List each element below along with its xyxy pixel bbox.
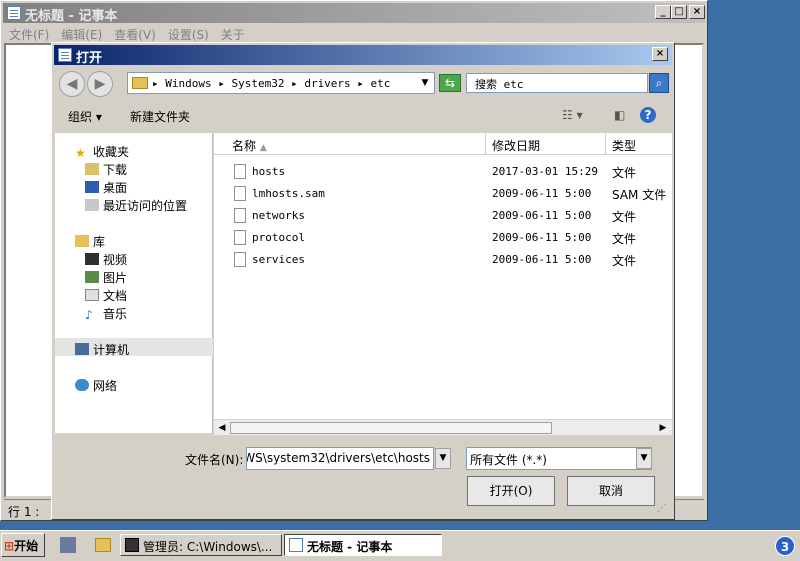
horizontal-scrollbar[interactable]: ◀ ▶ [214,419,672,435]
file-icon [234,252,246,267]
dialog-icon [58,48,72,62]
nav-music[interactable]: ♪ 音乐 [85,305,127,322]
taskbar: ⊞开始 管理员: C:\Windows\... 无标题 - 记事本 3 [0,530,800,561]
cmd-icon [125,538,139,552]
column-header-row: 名称 ▲ 修改日期 类型 [214,133,672,155]
column-type[interactable]: 类型 [606,133,672,155]
nav-downloads[interactable]: 下载 [85,161,127,178]
file-icon [234,164,246,179]
notepad-menu-bar: 文件(F) 编辑(E) 查看(V) 设置(S) 关于 [3,23,705,43]
preview-pane-icon[interactable]: ◧ [614,108,625,122]
nav-libraries[interactable]: 库 [75,233,105,250]
address-breadcrumb[interactable]: ▸ Windows ▸ System32 ▸ drivers ▸ etc [152,77,390,90]
music-icon: ♪ [85,308,93,322]
status-line: 行 1 : [8,505,40,519]
menu-view[interactable]: 查看(V) [108,23,162,43]
file-icon [234,230,246,245]
dialog-toolbar: 组织 ▾ 新建文件夹 ☷ ▾ ◧ ? [54,101,672,131]
search-icon[interactable]: ⌕ [649,73,669,93]
documents-icon [85,289,99,301]
desktop-icon [85,181,99,193]
view-options-icon[interactable]: ☷ ▾ [562,108,583,122]
minimize-button[interactable]: _ [655,5,671,19]
explorer-icon[interactable] [95,538,111,552]
help-icon[interactable]: ? [640,107,656,123]
computer-icon [75,343,89,355]
forward-arrow-icon[interactable]: ▶ [87,71,113,97]
network-icon [75,379,89,391]
server-manager-icon[interactable] [60,537,76,553]
scroll-right-icon[interactable]: ▶ [656,421,670,435]
close-button[interactable]: × [689,5,705,19]
open-button[interactable]: 打开(O) [467,476,555,506]
filetype-dropdown-icon[interactable]: ▼ [636,448,652,469]
dialog-title: 打开 [76,51,103,66]
taskbar-item-notepad[interactable]: 无标题 - 记事本 [284,534,442,556]
start-button[interactable]: ⊞开始 [1,533,45,557]
folder-icon [132,77,148,89]
library-icon [75,235,89,247]
nav-recent[interactable]: 最近访问的位置 [85,197,187,214]
taskbar-item-cmd[interactable]: 管理员: C:\Windows\... [120,534,282,556]
navigation-pane: ★ 收藏夹 下载 桌面 最近访问的位置 库 视频 图片 文档 ♪ 音乐 计算机 网络 [55,133,213,433]
filename-input[interactable]: )WS\system32\drivers\etc\hosts [246,447,434,470]
file-row[interactable]: hosts 2017-03-01 15:29 文件 [214,161,672,183]
dialog-title-bar[interactable]: 打开 × [54,45,672,66]
dialog-close-button[interactable]: × [652,47,668,61]
notepad-title-bar[interactable]: 无标题 - 记事本 _ □ × [3,3,705,24]
back-arrow-icon[interactable]: ◀ [59,71,85,97]
file-icon [234,186,246,201]
pictures-icon [85,271,99,283]
address-bar[interactable]: ▸ Windows ▸ System32 ▸ drivers ▸ etc [127,72,435,94]
menu-edit[interactable]: 编辑(E) [55,23,108,43]
video-icon [85,253,99,265]
nav-videos[interactable]: 视频 [85,251,127,268]
address-dropdown-icon[interactable]: ▼ [418,75,432,91]
cancel-button[interactable]: 取消 [567,476,655,506]
notepad-icon [289,538,303,552]
filename-label: 文件名(N): [185,453,244,467]
notepad-title: 无标题 - 记事本 [25,9,118,24]
file-icon [234,208,246,223]
maximize-button[interactable]: □ [671,5,687,19]
filename-dropdown-icon[interactable]: ▼ [435,448,451,469]
new-folder-button[interactable]: 新建文件夹 [130,108,190,125]
column-name[interactable]: 名称 ▲ [214,133,486,155]
menu-about[interactable]: 关于 [215,23,251,43]
windows-logo-icon: ⊞ [4,539,15,553]
resize-grip-icon[interactable]: ⋰ [657,503,671,517]
sort-arrow-icon: ▲ [259,143,267,153]
file-row[interactable]: lmhosts.sam 2009-06-11 5:00 SAM 文件 [214,183,672,205]
downloads-icon [85,163,99,175]
scrollbar-thumb[interactable] [230,422,552,434]
scroll-left-icon[interactable]: ◀ [215,421,229,435]
column-date[interactable]: 修改日期 [486,133,606,155]
nav-documents[interactable]: 文档 [85,287,127,304]
recent-places-icon [85,199,99,211]
nav-network[interactable]: 网络 [75,377,117,394]
nav-desktop[interactable]: 桌面 [85,179,127,196]
search-input[interactable]: 搜索 etc [466,73,648,93]
tray-badge[interactable]: 3 [775,536,795,556]
star-icon: ★ [75,146,86,160]
file-row[interactable]: networks 2009-06-11 5:00 文件 [214,205,672,227]
menu-file[interactable]: 文件(F) [3,23,55,43]
file-row[interactable]: services 2009-06-11 5:00 文件 [214,249,672,271]
filename-value: )WS\system32\drivers\etc\hosts [246,451,430,465]
menu-settings[interactable]: 设置(S) [162,23,215,43]
nav-pictures[interactable]: 图片 [85,269,127,286]
nav-favorites[interactable]: ★ 收藏夹 [75,143,129,160]
notepad-icon [7,6,21,20]
nav-computer[interactable]: 计算机 [75,341,129,358]
file-row[interactable]: protocol 2009-06-11 5:00 文件 [214,227,672,249]
file-list: 名称 ▲ 修改日期 类型 hosts 2017-03-01 15:29 文件 lmh… [214,133,672,421]
open-dialog: 打开 × ◀ ▶ ▸ Windows ▸ System32 ▸ drivers … [51,42,675,520]
organize-button[interactable]: 组织 ▾ [68,108,102,125]
filetype-select[interactable]: 所有文件 (*.*) [466,447,652,470]
refresh-icon[interactable]: ⇆ [439,74,461,92]
